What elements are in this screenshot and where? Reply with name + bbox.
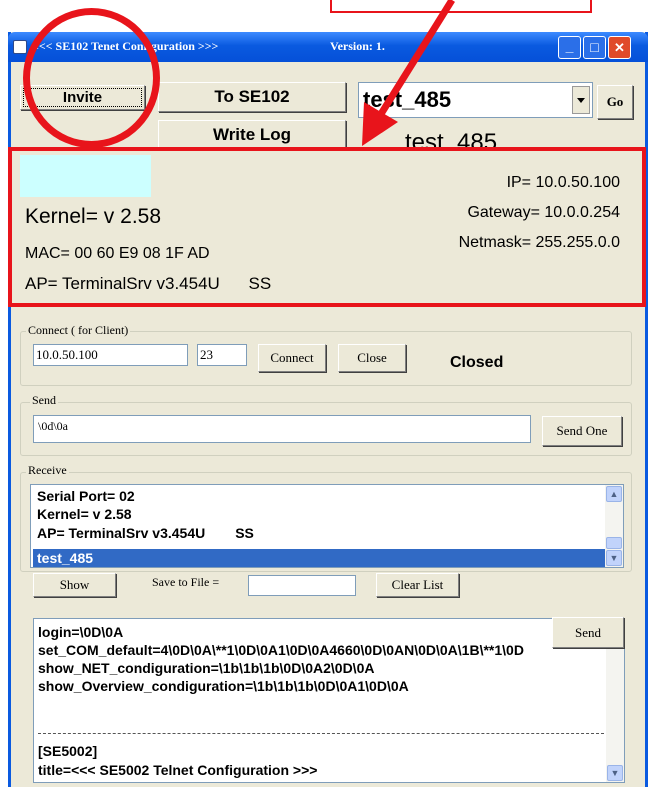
show-button-label: Show bbox=[59, 577, 90, 592]
send-input-value: \0d\0a bbox=[38, 419, 68, 433]
app-icon bbox=[13, 40, 27, 54]
list-item-selected[interactable]: test_485 bbox=[33, 549, 605, 567]
list-item-text: Serial Port= 02 bbox=[37, 488, 135, 504]
maximize-button[interactable]: □ bbox=[583, 36, 606, 59]
list-item[interactable]: AP= TerminalSrv v3.454U SS bbox=[37, 525, 254, 541]
write-log-button[interactable]: Write Log bbox=[158, 120, 346, 150]
maximize-icon: □ bbox=[590, 39, 599, 55]
chevron-down-icon: ▼ bbox=[610, 768, 620, 778]
go-button-label: Go bbox=[606, 94, 624, 109]
chevron-down-icon: ▼ bbox=[609, 553, 619, 563]
to-se102-button[interactable]: To SE102 bbox=[158, 82, 346, 112]
separator-dashed bbox=[38, 733, 604, 734]
clear-list-button[interactable]: Clear List bbox=[376, 573, 459, 597]
scroll-up-button[interactable]: ▲ bbox=[606, 486, 622, 502]
list-item-text: AP= TerminalSrv v3.454U bbox=[37, 525, 206, 541]
list-item[interactable]: Kernel= v 2.58 bbox=[37, 506, 132, 522]
receive-legend: Receive bbox=[26, 463, 69, 478]
command-line: show_NET_condiguration=\1b\1b\1b\0D\0A2\… bbox=[38, 660, 375, 676]
scroll-down-button[interactable]: ▼ bbox=[606, 550, 622, 566]
command-line: [SE5002] bbox=[38, 743, 98, 759]
save-to-file-label: Save to File = bbox=[152, 575, 220, 589]
receive-scrollbar[interactable]: ▲ ▼ bbox=[605, 485, 623, 567]
send-one-button[interactable]: Send One bbox=[542, 416, 622, 446]
go-button[interactable]: Go bbox=[597, 85, 633, 119]
show-button[interactable]: Show bbox=[33, 573, 116, 597]
minimize-button[interactable]: _ bbox=[558, 36, 581, 59]
connect-ip-input[interactable]: 10.0.50.100 bbox=[33, 344, 188, 366]
send-legend: Send bbox=[30, 393, 58, 408]
scroll-down-button[interactable]: ▼ bbox=[607, 765, 623, 781]
dropdown-arrow-button[interactable] bbox=[572, 86, 590, 114]
connect-port-input[interactable]: 23 bbox=[197, 344, 247, 366]
annotation-highlight-box bbox=[8, 147, 646, 307]
connect-button-label: Connect bbox=[270, 350, 314, 365]
list-item[interactable]: Serial Port= 02 bbox=[37, 488, 135, 504]
connect-button[interactable]: Connect bbox=[258, 344, 326, 372]
close-icon: ✕ bbox=[614, 40, 625, 55]
commands-editor[interactable]: login=\0D\0A set_COM_default=4\0D\0A\**1… bbox=[33, 618, 625, 783]
command-line: show_Overview_condiguration=\1b\1b\1b\0D… bbox=[38, 678, 409, 694]
connect-legend: Connect ( for Client) bbox=[26, 323, 131, 338]
connect-ip-value: 10.0.50.100 bbox=[36, 347, 98, 362]
receive-list[interactable]: Serial Port= 02 Kernel= v 2.58 AP= Termi… bbox=[30, 484, 624, 568]
scroll-thumb[interactable] bbox=[606, 537, 622, 549]
command-line: login=\0D\0A bbox=[38, 624, 124, 640]
annotation-arrow-head bbox=[362, 102, 398, 146]
to-se102-label: To SE102 bbox=[214, 87, 290, 106]
send-one-label: Send One bbox=[556, 423, 608, 438]
close-connection-button[interactable]: Close bbox=[338, 344, 406, 372]
chevron-down-icon bbox=[577, 97, 585, 103]
list-item-text: Kernel= v 2.58 bbox=[37, 506, 132, 522]
close-window-button[interactable]: ✕ bbox=[608, 36, 631, 59]
send-command-button[interactable]: Send bbox=[552, 617, 624, 648]
minimize-icon: _ bbox=[565, 38, 574, 54]
annotation-arrow-shaft bbox=[373, 0, 455, 124]
write-log-label: Write Log bbox=[212, 125, 292, 144]
clear-list-label: Clear List bbox=[391, 577, 444, 592]
list-item-text: test_485 bbox=[37, 550, 94, 566]
command-line: title=<<< SE5002 Telnet Configuration >>… bbox=[38, 762, 318, 778]
save-file-input[interactable] bbox=[248, 575, 356, 596]
connect-port-value: 23 bbox=[200, 347, 213, 362]
send-command-label: Send bbox=[575, 624, 601, 640]
send-input[interactable]: \0d\0a bbox=[33, 415, 531, 443]
chevron-up-icon: ▲ bbox=[609, 489, 619, 499]
annotation-circle bbox=[23, 8, 160, 148]
annotation-arrow-icon bbox=[362, 0, 455, 146]
close-connection-label: Close bbox=[357, 350, 387, 365]
command-line: set_COM_default=4\0D\0A\**1\0D\0A1\0D\0A… bbox=[38, 642, 524, 658]
list-item-flag: SS bbox=[235, 525, 254, 541]
connection-status: Closed bbox=[450, 354, 504, 371]
